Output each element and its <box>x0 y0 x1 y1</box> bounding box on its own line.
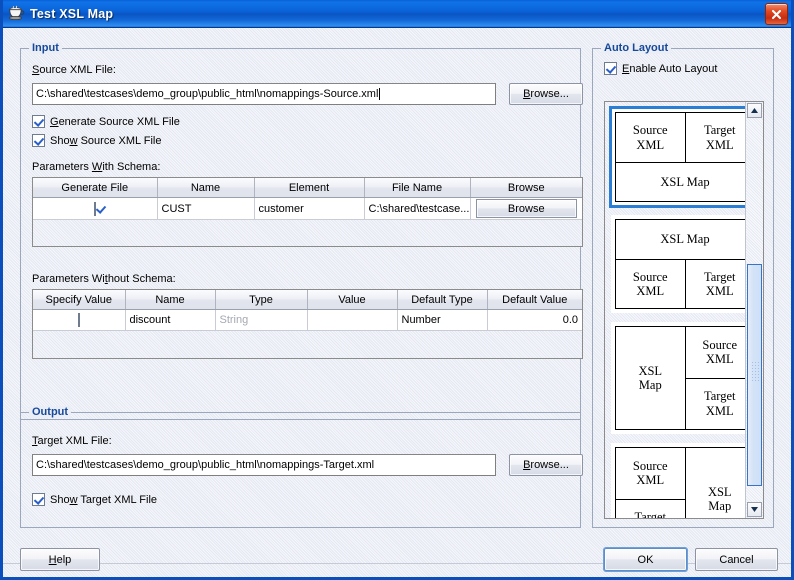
scrollbar-grip-icon <box>751 361 759 383</box>
layout3-source-cell: Source XML <box>685 327 746 379</box>
target-xml-file-label: Target XML File: <box>32 435 112 447</box>
layout3-target-cell: Target XML <box>685 378 746 429</box>
cell-element[interactable]: customer <box>254 197 365 220</box>
cell-name[interactable]: CUST <box>157 197 255 220</box>
layout1-map-cell: XSL Map <box>616 162 746 202</box>
cell-value[interactable] <box>307 309 398 331</box>
layout1-target-cell: Target XML <box>685 113 746 163</box>
show-target-xml-checkbox[interactable] <box>32 493 45 506</box>
enable-auto-layout-checkbox-row[interactable]: Enable Auto Layout <box>604 62 717 75</box>
target-browse-button[interactable]: Browse... <box>509 454 583 476</box>
generate-source-xml-checkbox[interactable] <box>32 115 45 128</box>
show-target-xml-label: Show Target XML File <box>50 493 158 506</box>
parameters-with-schema-table: Generate File Name Element File Name Bro… <box>32 177 583 247</box>
layout1-source-cell: Source XML <box>616 113 686 163</box>
show-target-xml-checkbox-row[interactable]: Show Target XML File <box>32 493 157 506</box>
cell-specify-value[interactable] <box>33 309 126 331</box>
col-browse[interactable]: Browse <box>470 178 582 198</box>
output-group: Output Target XML File: C:\shared\testca… <box>20 406 583 528</box>
auto-layout-scrollbar[interactable] <box>745 102 763 518</box>
cell-default-type[interactable]: Number <box>397 309 488 331</box>
layout2-target-cell: Target XML <box>685 260 746 308</box>
generate-source-xml-label: Generate Source XML File <box>50 115 180 128</box>
col-value[interactable]: Value <box>307 290 398 310</box>
layout2-map-cell: XSL Map <box>616 220 746 260</box>
enable-auto-layout-checkbox[interactable] <box>604 62 617 75</box>
show-source-xml-label: Show Source XML File <box>50 134 162 147</box>
generate-source-xml-checkbox-row[interactable]: Generate Source XML File <box>32 115 180 128</box>
scrollbar-thumb[interactable] <box>747 264 762 486</box>
auto-layout-options-list: Source XML Target XML XSL Map XSL Map Sour… <box>605 102 746 518</box>
col-default-type[interactable]: Default Type <box>397 290 488 310</box>
show-source-xml-checkbox[interactable] <box>32 134 45 147</box>
dialog-window: Test XSL Map Input Source XML File: C:\s… <box>0 0 794 580</box>
title-bar: Test XSL Map <box>3 0 791 28</box>
parameters-without-schema-label: Parameters Without Schema: <box>32 273 176 285</box>
cell-type[interactable]: String <box>215 309 308 331</box>
source-xml-file-value: C:\shared\testcases\demo_group\public_ht… <box>36 88 379 100</box>
cancel-button[interactable]: Cancel <box>695 548 778 571</box>
layout3-map-cell: XSL Map <box>616 327 686 429</box>
layout-option-map-over-source-target[interactable]: XSL Map Source XML Target XML <box>611 215 746 313</box>
table-header-row: Specify Value Name Type Value Default Ty… <box>33 290 582 310</box>
layout4-map-cell: XSL Map <box>685 448 746 518</box>
col-file-name[interactable]: File Name <box>364 178 471 198</box>
help-button[interactable]: Help <box>20 548 100 571</box>
output-group-legend: Output <box>29 406 72 418</box>
input-group-legend: Input <box>29 42 62 54</box>
ok-button-label: OK <box>637 553 654 566</box>
layout4-source-cell: Source XML <box>616 448 685 500</box>
source-xml-file-label: Source XML File: <box>32 64 116 76</box>
col-element[interactable]: Element <box>254 178 365 198</box>
row-browse-button[interactable]: Browse <box>475 199 577 218</box>
col-specify-value[interactable]: Specify Value <box>33 290 126 310</box>
col-name[interactable]: Name <box>125 290 216 310</box>
row-generate-file-checkbox[interactable] <box>93 201 96 216</box>
text-caret <box>379 88 381 100</box>
col-type[interactable]: Type <box>215 290 308 310</box>
parameters-with-schema-label: Parameters With Schema: <box>32 161 161 173</box>
layout-option-map-left-source-target-right[interactable]: XSL Map Source XML Target XML <box>611 322 746 434</box>
cell-file-name[interactable]: C:\shared\testcase... <box>364 197 471 220</box>
cell-name[interactable]: discount <box>125 309 216 331</box>
close-button[interactable] <box>765 3 788 25</box>
row-specify-value-checkbox[interactable] <box>77 313 80 327</box>
input-group: Input Source XML File: C:\shared\testcas… <box>20 42 583 420</box>
table-row[interactable]: CUST customer C:\shared\testcase... Brow… <box>33 197 582 220</box>
cell-generate-file[interactable] <box>33 197 158 220</box>
cell-default-value[interactable]: 0.0 <box>487 309 582 331</box>
source-xml-file-input[interactable]: C:\shared\testcases\demo_group\public_ht… <box>32 83 496 105</box>
auto-layout-options-panel: Source XML Target XML XSL Map XSL Map Sour… <box>604 101 764 519</box>
show-source-xml-checkbox-row[interactable]: Show Source XML File <box>32 134 162 147</box>
source-browse-button[interactable]: Browse... <box>509 83 583 105</box>
auto-layout-group: Auto Layout Enable Auto Layout Source XML… <box>592 42 774 528</box>
layout-option-source-target-over-map[interactable]: Source XML Target XML XSL Map <box>609 106 746 208</box>
col-generate-file[interactable]: Generate File <box>33 178 158 198</box>
target-xml-file-value: C:\shared\testcases\demo_group\public_ht… <box>36 459 375 471</box>
table-header-row: Generate File Name Element File Name Bro… <box>33 178 582 198</box>
scroll-down-arrow-icon[interactable] <box>747 502 762 517</box>
target-xml-file-input[interactable]: C:\shared\testcases\demo_group\public_ht… <box>32 454 496 476</box>
without-schema-grid: Specify Value Name Type Value Default Ty… <box>33 290 582 331</box>
coffee-cup-icon <box>8 5 25 22</box>
ok-button[interactable]: OK <box>604 548 687 571</box>
layout2-source-cell: Source XML <box>616 260 686 308</box>
cancel-button-label: Cancel <box>719 553 754 566</box>
layout-option-source-target-left-map-right[interactable]: SourceXML TargetXML XSLMap <box>611 443 746 518</box>
enable-auto-layout-label: Enable Auto Layout <box>622 62 718 75</box>
col-default-value[interactable]: Default Value <box>487 290 582 310</box>
table-row[interactable]: discount String Number 0.0 <box>33 309 582 331</box>
window-title: Test XSL Map <box>30 6 114 21</box>
cell-browse[interactable]: Browse <box>470 197 582 220</box>
parameters-without-schema-table: Specify Value Name Type Value Default Ty… <box>32 289 583 359</box>
layout4-target-cell: TargetXML <box>616 499 685 518</box>
auto-layout-group-legend: Auto Layout <box>601 42 672 54</box>
with-schema-grid: Generate File Name Element File Name Bro… <box>33 178 582 220</box>
scroll-up-arrow-icon[interactable] <box>747 103 762 118</box>
col-name[interactable]: Name <box>157 178 255 198</box>
